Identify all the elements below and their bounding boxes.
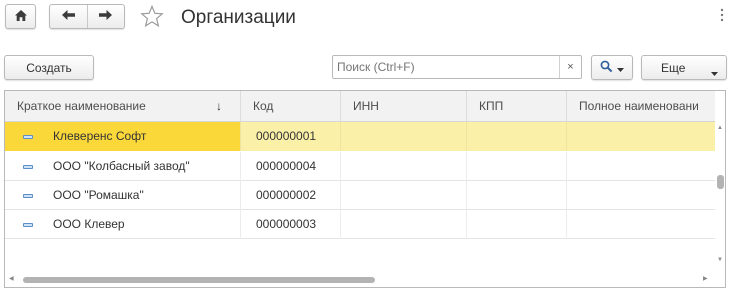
table-row[interactable]: Клеверенс Софт 000000001: [5, 122, 715, 151]
cell-name: ООО Клевер: [53, 217, 125, 231]
scroll-left-icon[interactable]: ◀: [9, 275, 14, 282]
cell-name: Клеверенс Софт: [53, 129, 147, 143]
forward-button[interactable]: [86, 5, 125, 28]
scroll-right-icon[interactable]: ▶: [703, 275, 708, 282]
home-icon: [14, 9, 28, 25]
home-button[interactable]: [5, 4, 36, 29]
catalog-item-icon: [23, 134, 33, 139]
catalog-item-icon: [23, 222, 33, 227]
catalog-item-icon: [23, 193, 33, 198]
more-button-label: Еще: [661, 60, 686, 75]
cell-code: 000000002: [241, 181, 341, 210]
create-button[interactable]: Создать: [4, 55, 94, 80]
table-row[interactable]: ООО "Ромашка" 000000002: [5, 181, 715, 210]
organizations-table: Краткое наименование ↓ Код ИНН КПП Полно…: [4, 90, 726, 288]
cell-inn: [341, 152, 467, 181]
vertical-dots-icon[interactable]: [720, 8, 724, 25]
arrow-left-icon: [61, 9, 76, 24]
vertical-scrollbar[interactable]: ▲ ▼: [715, 91, 725, 287]
cell-kpp: [467, 122, 567, 151]
arrow-right-icon: [98, 9, 113, 24]
cell-code: 000000001: [241, 122, 341, 151]
back-button[interactable]: [50, 5, 87, 28]
horizontal-scroll-thumb[interactable]: [23, 277, 375, 283]
column-header-short-name[interactable]: Краткое наименование ↓: [5, 91, 241, 122]
table-row[interactable]: ООО "Колбасный завод" 000000004: [5, 152, 715, 181]
cell-full-name: [567, 210, 715, 239]
cell-inn: [341, 181, 467, 210]
horizontal-scrollbar[interactable]: ◀ ▶: [5, 274, 715, 286]
column-header-kpp[interactable]: КПП: [467, 91, 567, 122]
table-row[interactable]: ООО Клевер 000000003: [5, 210, 715, 239]
close-icon: ×: [567, 61, 574, 73]
cell-code: 000000004: [241, 152, 341, 181]
cell-kpp: [467, 210, 567, 239]
navigation-buttons: [49, 4, 125, 29]
more-button[interactable]: Еще: [641, 55, 727, 80]
cell-full-name: [567, 122, 715, 151]
create-button-label: Создать: [26, 60, 72, 75]
cell-full-name: [567, 181, 715, 210]
cell-name: ООО "Ромашка": [53, 188, 144, 202]
column-header-full-name[interactable]: Полное наименовани: [567, 91, 715, 122]
column-header-code[interactable]: Код: [241, 91, 341, 122]
search-clear-button[interactable]: ×: [559, 56, 581, 78]
cell-inn: [341, 210, 467, 239]
chevron-down-icon: [617, 61, 624, 75]
cell-code: 000000003: [241, 210, 341, 239]
star-icon[interactable]: [140, 4, 164, 31]
search-options-button[interactable]: [591, 55, 633, 80]
vertical-scroll-thumb[interactable]: [717, 175, 724, 189]
scroll-up-icon[interactable]: ▲: [717, 125, 723, 131]
search-input[interactable]: [333, 57, 559, 77]
search-field: ×: [332, 55, 582, 79]
catalog-item-icon: [23, 164, 33, 169]
table-header: Краткое наименование ↓ Код ИНН КПП Полно…: [5, 91, 715, 122]
page-title: Организации: [181, 7, 296, 28]
cell-full-name: [567, 152, 715, 181]
column-header-inn[interactable]: ИНН: [341, 91, 467, 122]
sort-down-icon: ↓: [216, 99, 222, 113]
magnifier-icon: [600, 60, 613, 76]
cell-name: ООО "Колбасный завод": [53, 159, 190, 173]
scroll-down-icon[interactable]: ▼: [717, 257, 723, 263]
cell-inn: [341, 122, 467, 151]
cell-kpp: [467, 181, 567, 210]
cell-kpp: [467, 152, 567, 181]
chevron-down-icon: [711, 65, 718, 79]
